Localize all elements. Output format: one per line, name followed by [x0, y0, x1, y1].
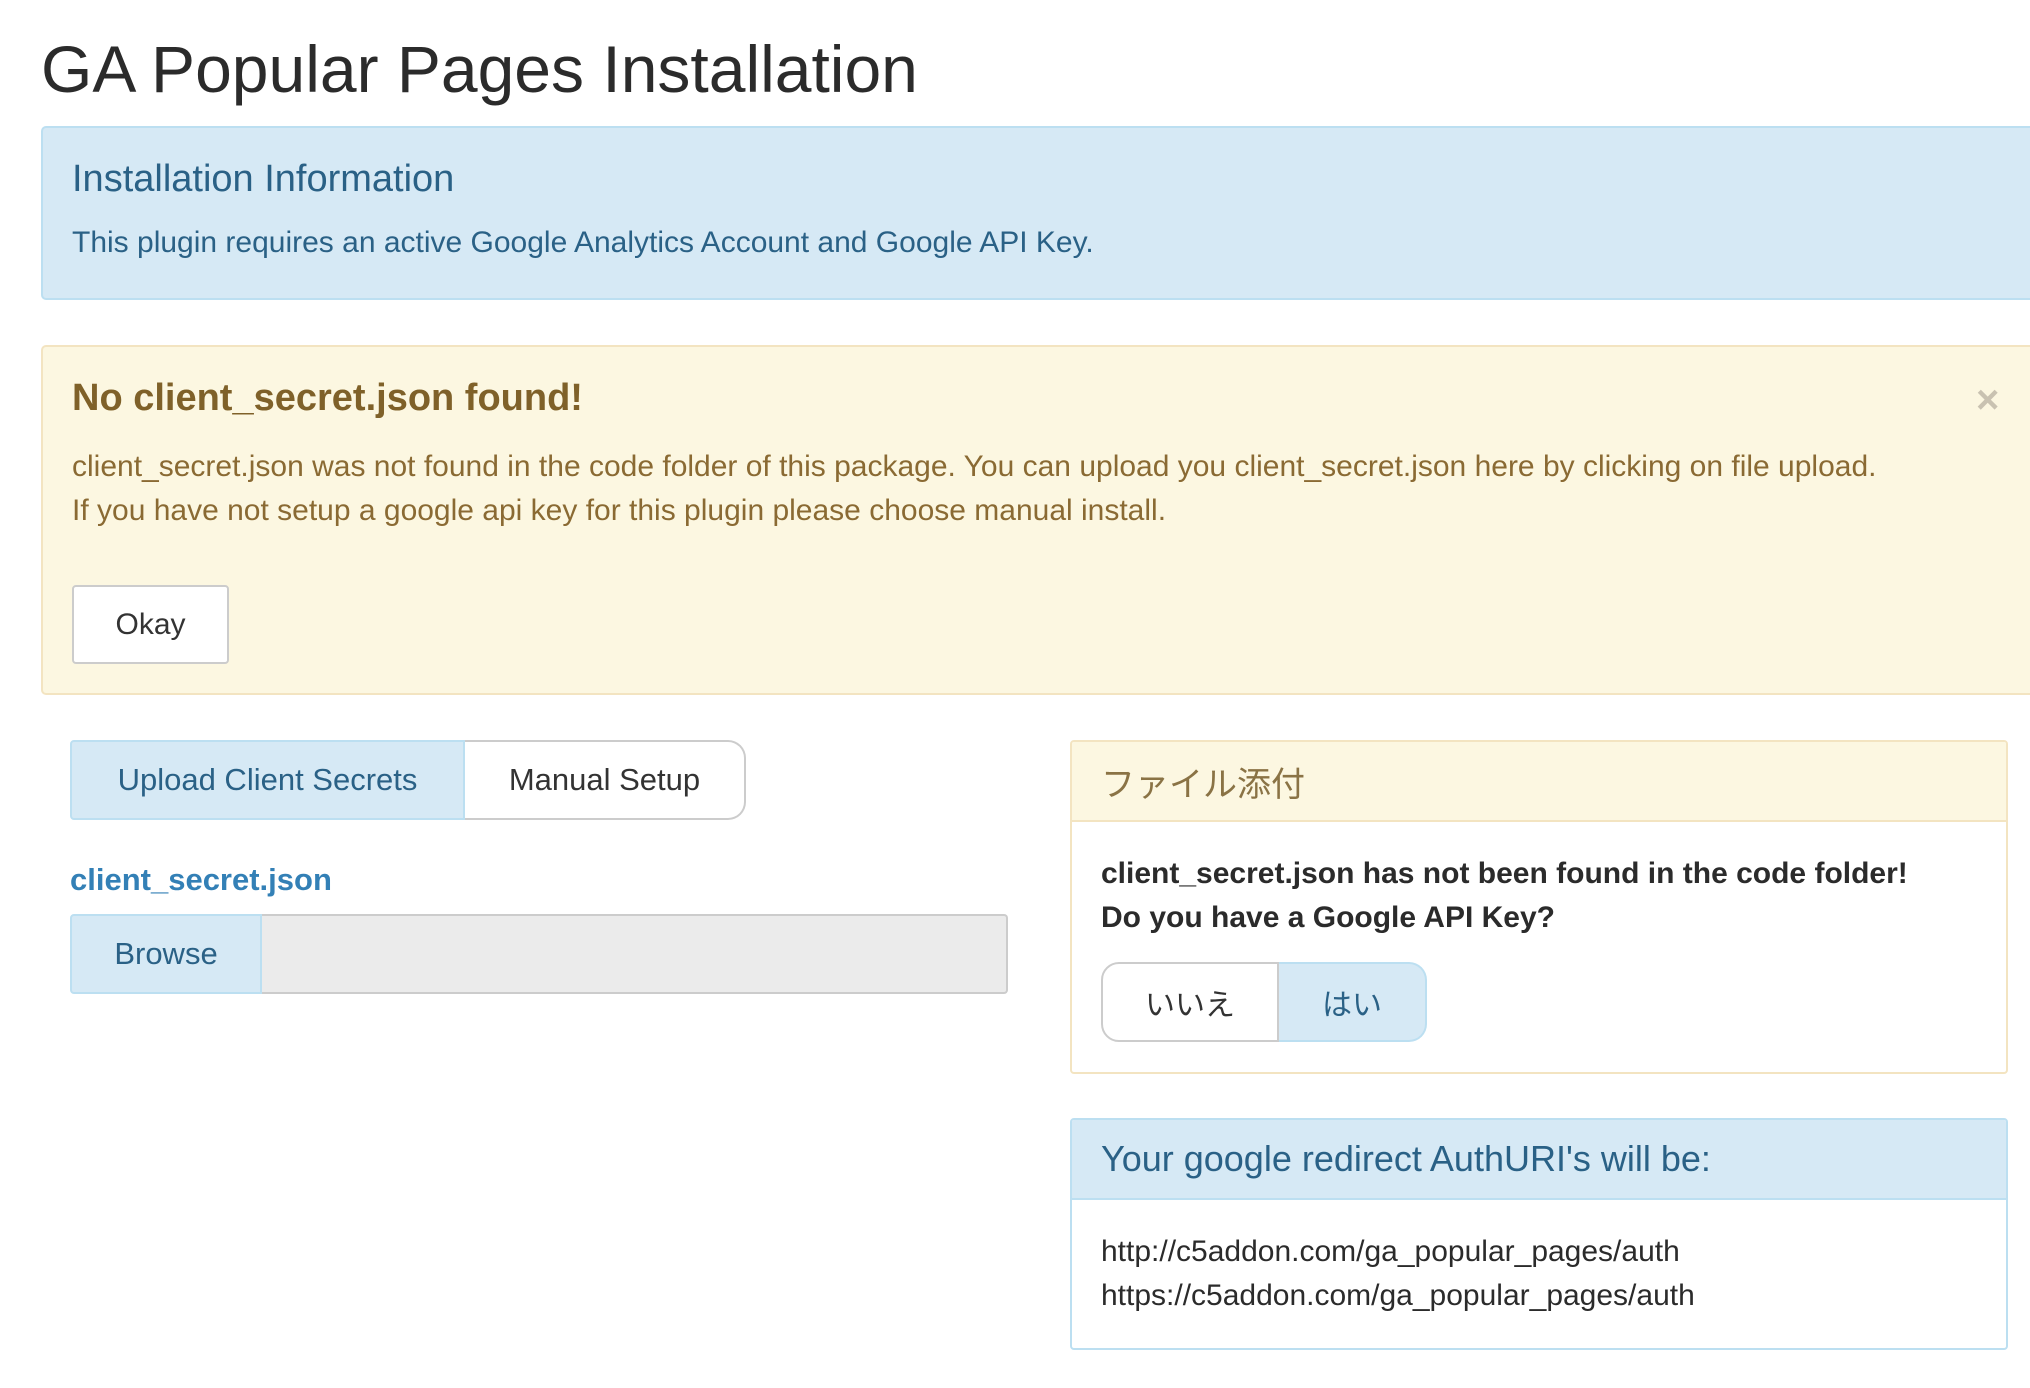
warning-alert-body: client_secret.json was not found in the …: [72, 445, 1972, 533]
redirect-uri-https: https://c5addon.com/ga_popular_pages/aut…: [1101, 1279, 1695, 1312]
setup-tabs: Upload Client Secrets Manual Setup: [70, 740, 746, 820]
api-key-toggle: いいえ はい: [1101, 962, 1427, 1042]
file-attach-panel-heading: ファイル添付: [1072, 742, 2006, 822]
okay-button[interactable]: Okay: [72, 585, 229, 664]
warning-alert-heading: No client_secret.json found!: [72, 377, 583, 419]
info-alert-heading: Installation Information: [72, 158, 455, 200]
info-alert-text: This plugin requires an active Google An…: [72, 226, 1094, 259]
api-key-question-line-2: Do you have a Google API Key?: [1101, 901, 1555, 934]
redirect-uri-panel-heading: Your google redirect AuthURI's will be:: [1072, 1120, 2006, 1200]
no-client-secret-alert: No client_secret.json found! × client_se…: [41, 345, 2030, 695]
close-icon[interactable]: ×: [1976, 375, 1999, 425]
client-secret-field-label: client_secret.json: [70, 862, 332, 897]
warning-alert-line-2: If you have not setup a google api key f…: [72, 494, 1167, 527]
file-name-field[interactable]: [262, 914, 1008, 994]
warning-alert-line-1: client_secret.json was not found in the …: [72, 450, 1877, 483]
yes-button[interactable]: はい: [1279, 962, 1427, 1042]
installation-info-alert: Installation Information This plugin req…: [41, 126, 2030, 300]
browse-button[interactable]: Browse: [70, 914, 262, 994]
redirect-uri-panel: Your google redirect AuthURI's will be: …: [1070, 1118, 2008, 1350]
no-button[interactable]: いいえ: [1101, 962, 1279, 1042]
tab-manual-setup[interactable]: Manual Setup: [465, 740, 746, 820]
redirect-uri-list: http://c5addon.com/ga_popular_pages/auth…: [1101, 1230, 1695, 1318]
page-title: GA Popular Pages Installation: [41, 32, 918, 106]
redirect-uri-http: http://c5addon.com/ga_popular_pages/auth: [1101, 1235, 1680, 1268]
api-key-question-line-1: client_secret.json has not been found in…: [1101, 857, 1908, 890]
client-secret-file-input: Browse: [70, 914, 1008, 994]
file-attach-panel: ファイル添付 client_secret.json has not been f…: [1070, 740, 2008, 1074]
api-key-question: client_secret.json has not been found in…: [1101, 852, 1908, 940]
tab-upload-client-secrets[interactable]: Upload Client Secrets: [70, 740, 465, 820]
